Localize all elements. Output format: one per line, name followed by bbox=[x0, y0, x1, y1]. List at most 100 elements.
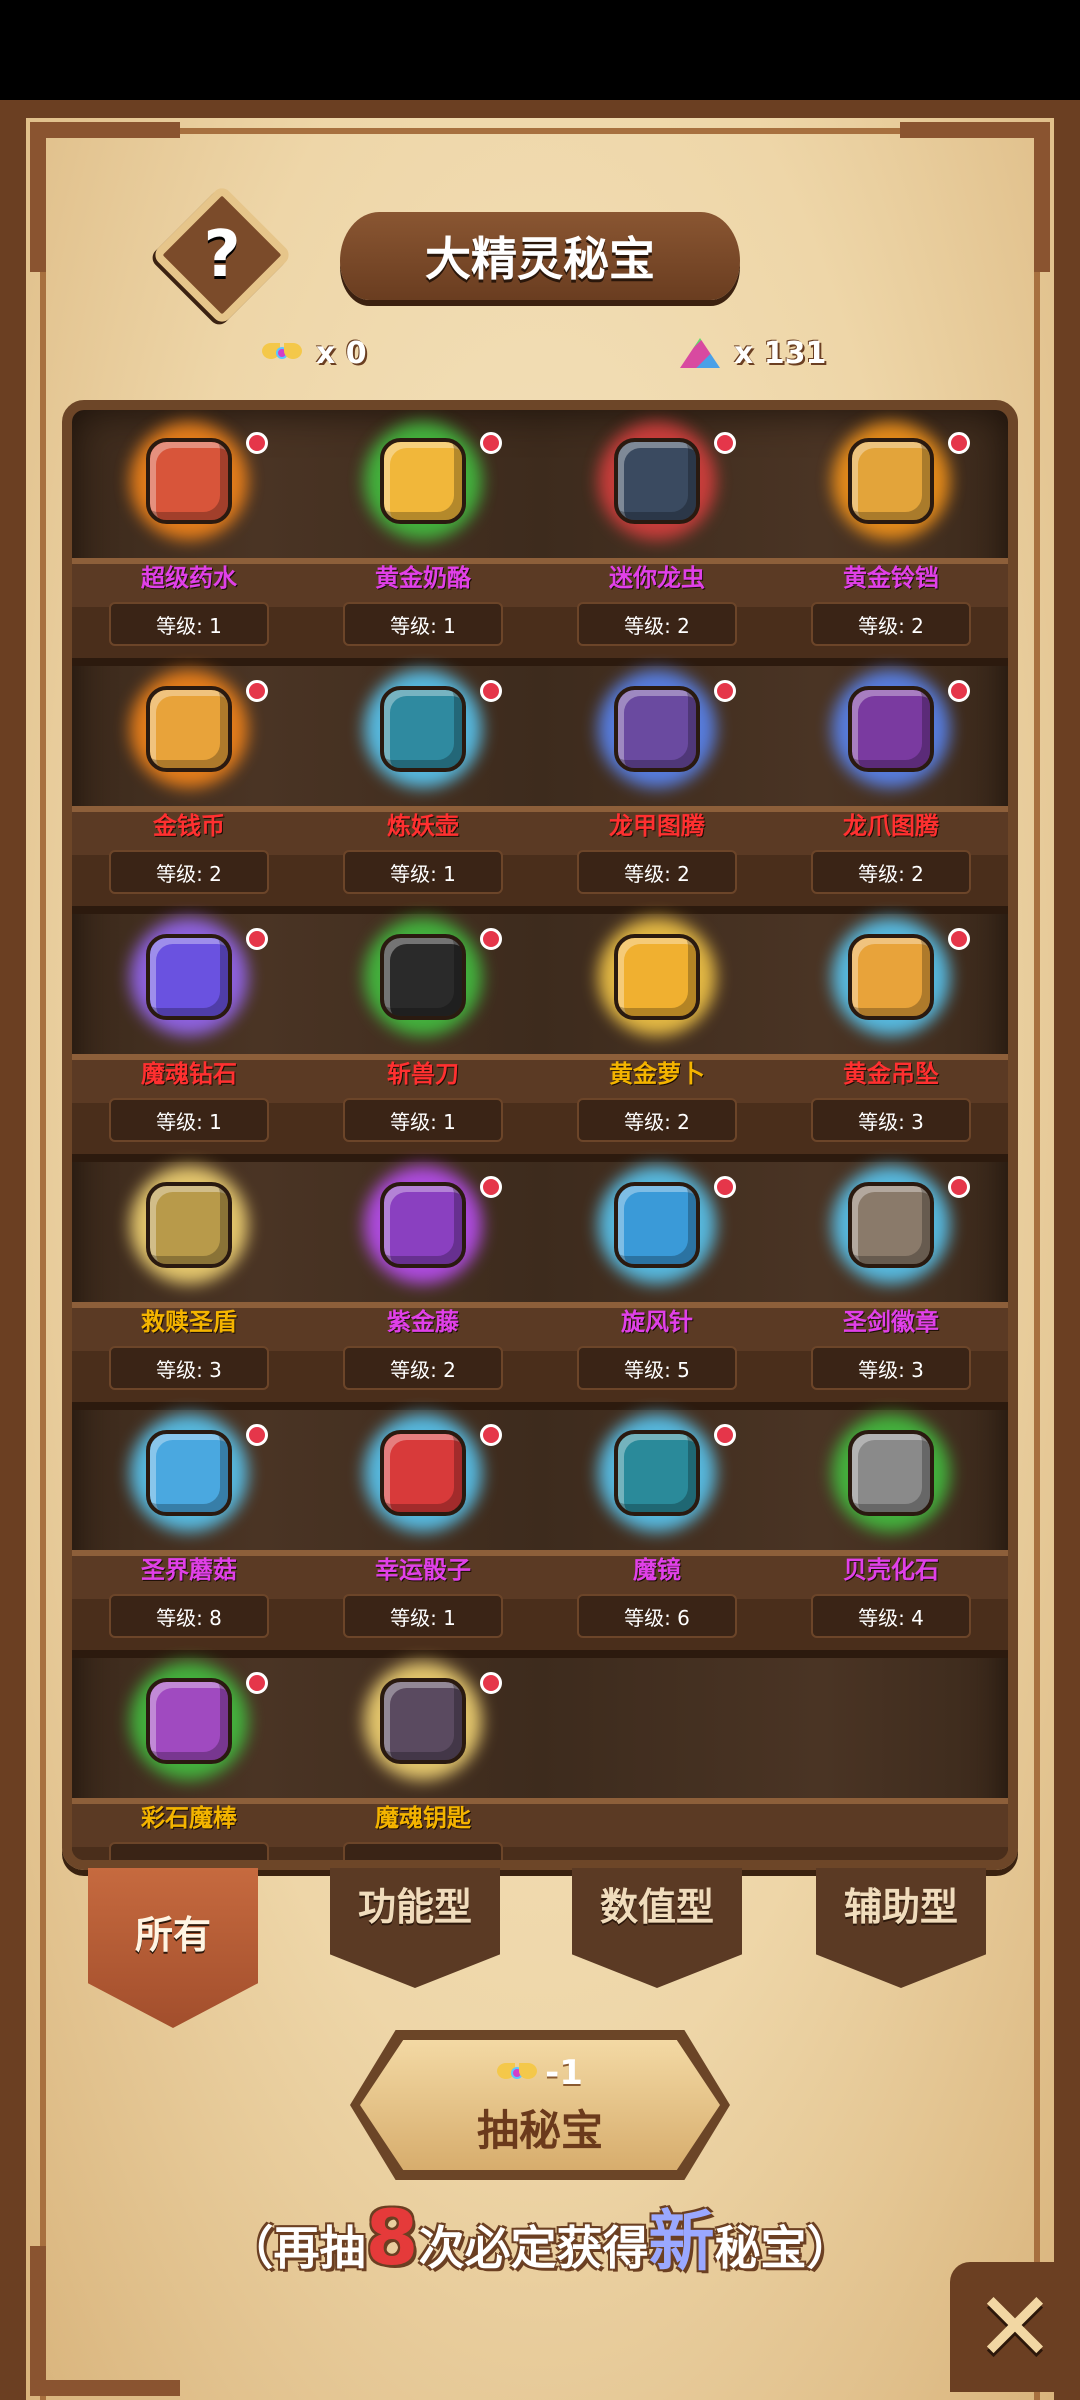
treasure-name: 黄金铃铛 bbox=[843, 564, 939, 592]
treasure-name: 旋风针 bbox=[621, 1308, 693, 1336]
pity-hint-count: 8 bbox=[365, 2193, 419, 2282]
treasure-icon bbox=[360, 1162, 486, 1288]
treasure-item[interactable]: 贝壳化石 等级: 4 bbox=[774, 1402, 1008, 1650]
treasure-name: 斩兽刀 bbox=[387, 1060, 459, 1088]
treasure-icon bbox=[126, 1410, 252, 1536]
treasure-icon bbox=[126, 418, 252, 544]
treasure-icon bbox=[360, 1658, 486, 1784]
treasure-item[interactable]: 黄金吊坠 等级: 3 bbox=[774, 906, 1008, 1154]
draw-treasure-button[interactable]: -1 抽秘宝 bbox=[360, 2040, 720, 2170]
new-badge-dot bbox=[948, 680, 970, 702]
treasure-name: 彩石魔棒 bbox=[141, 1804, 237, 1832]
new-badge-dot bbox=[480, 1672, 502, 1694]
treasure-item[interactable]: 魔魂钻石 等级: 1 bbox=[72, 906, 306, 1154]
shelf-row: 救赎圣盾 等级: 3 紫金藤 等级: 2 旋风针 等级: 5 圣剑徽章 等级: 3 bbox=[72, 1154, 1008, 1402]
tab-label: 数值型 bbox=[599, 1885, 714, 1929]
treasure-item[interactable]: 圣界蘑菇等级: 8 bbox=[72, 1402, 306, 1650]
treasure-item[interactable]: 黄金铃铛 等级: 2 bbox=[774, 410, 1008, 658]
question-icon: ? bbox=[203, 218, 241, 292]
treasure-level: 等级: 1 bbox=[343, 850, 503, 894]
treasure-name: 圣界蘑菇 bbox=[141, 1556, 237, 1584]
treasure-level: 等级: 3 bbox=[109, 1346, 269, 1390]
treasure-name: 黄金萝卜 bbox=[609, 1060, 705, 1088]
treasure-level bbox=[343, 1842, 503, 1860]
treasure-name: 魔魂钥匙 bbox=[375, 1804, 471, 1832]
new-badge-dot bbox=[246, 928, 268, 950]
treasure-item[interactable]: 救赎圣盾等级: 3 bbox=[72, 1154, 306, 1402]
close-button[interactable]: ✕ bbox=[950, 2262, 1080, 2392]
treasure-item[interactable]: 魔魂钥匙 bbox=[306, 1650, 540, 1860]
treasure-shelf-panel: 超级药水 等级: 1 黄金奶酪 等级: 1 迷你龙虫 等级: 2 黄金铃铛 等级: 2 金钱币等… bbox=[62, 400, 1018, 1870]
treasure-item[interactable]: 斩兽刀 等级: 1 bbox=[306, 906, 540, 1154]
winged-ticket-icon bbox=[262, 341, 302, 365]
treasure-item[interactable]: 圣剑徽章 等级: 3 bbox=[774, 1154, 1008, 1402]
treasure-item[interactable]: 幸运骰子 等级: 1 bbox=[306, 1402, 540, 1650]
treasure-icon bbox=[594, 418, 720, 544]
pity-hint-new: 新 bbox=[648, 2203, 715, 2280]
treasure-icon bbox=[126, 666, 252, 792]
treasure-name: 救赎圣盾 bbox=[141, 1308, 237, 1336]
new-badge-dot bbox=[714, 1424, 736, 1446]
draw-cost-value: -1 bbox=[545, 2052, 583, 2093]
treasure-level: 等级: 1 bbox=[109, 602, 269, 646]
treasure-level: 等级: 1 bbox=[343, 1594, 503, 1638]
new-badge-dot bbox=[948, 432, 970, 454]
new-badge-dot bbox=[714, 1176, 736, 1198]
treasure-icon bbox=[594, 1410, 720, 1536]
treasure-icon bbox=[828, 666, 954, 792]
treasure-name: 紫金藤 bbox=[387, 1308, 459, 1336]
new-badge-dot bbox=[246, 432, 268, 454]
treasure-item[interactable]: 旋风针等级: 5 bbox=[540, 1154, 774, 1402]
treasure-icon bbox=[126, 1658, 252, 1784]
new-badge-dot bbox=[480, 1176, 502, 1198]
new-badge-dot bbox=[246, 680, 268, 702]
treasure-level: 等级: 3 bbox=[811, 1346, 971, 1390]
shelf-row: 超级药水 等级: 1 黄金奶酪 等级: 1 迷你龙虫 等级: 2 黄金铃铛 等级: 2 bbox=[72, 410, 1008, 658]
treasure-name: 黄金吊坠 bbox=[843, 1060, 939, 1088]
treasure-name: 龙甲图腾 bbox=[609, 812, 705, 840]
treasure-item[interactable]: 黄金奶酪 等级: 1 bbox=[306, 410, 540, 658]
new-badge-dot bbox=[246, 1424, 268, 1446]
treasure-icon bbox=[360, 418, 486, 544]
treasure-level: 等级: 2 bbox=[109, 850, 269, 894]
treasure-level: 等级: 2 bbox=[811, 850, 971, 894]
treasure-item[interactable]: 超级药水等级: 1 bbox=[72, 410, 306, 658]
shelf-row: 彩石魔棒 魔魂钥匙 bbox=[72, 1650, 1008, 1860]
treasure-name: 龙爪图腾 bbox=[843, 812, 939, 840]
treasure-name: 魔镜 bbox=[633, 1556, 681, 1584]
treasure-level: 等级: 8 bbox=[109, 1594, 269, 1638]
treasure-name: 贝壳化石 bbox=[843, 1556, 939, 1584]
treasure-item[interactable]: 迷你龙虫 等级: 2 bbox=[540, 410, 774, 658]
shelf-row: 圣界蘑菇 等级: 8 幸运骰子 等级: 1 魔镜 等级: 6 贝壳化石 等级: 4 bbox=[72, 1402, 1008, 1650]
shelf-row: 金钱币 等级: 2 炼妖壶 等级: 1 龙甲图腾 等级: 2 龙爪图腾 等级: 2 bbox=[72, 658, 1008, 906]
treasure-item[interactable]: 龙爪图腾等级: 2 bbox=[774, 658, 1008, 906]
new-badge-dot bbox=[246, 1672, 268, 1694]
tab-label: 功能型 bbox=[357, 1885, 472, 1929]
treasure-level: 等级: 1 bbox=[343, 602, 503, 646]
treasure-item[interactable]: 彩石魔棒 bbox=[72, 1650, 306, 1860]
new-badge-dot bbox=[948, 928, 970, 950]
treasure-level: 等级: 2 bbox=[577, 850, 737, 894]
treasure-item[interactable]: 紫金藤等级: 2 bbox=[306, 1154, 540, 1402]
treasure-item[interactable]: 金钱币等级: 2 bbox=[72, 658, 306, 906]
treasure-level: 等级: 2 bbox=[343, 1346, 503, 1390]
treasure-name: 金钱币 bbox=[153, 812, 225, 840]
tab-label: 所有 bbox=[134, 1913, 211, 1957]
treasure-item[interactable]: 龙甲图腾等级: 2 bbox=[540, 658, 774, 906]
treasure-icon bbox=[594, 666, 720, 792]
treasure-item[interactable]: 炼妖壶 等级: 1 bbox=[306, 658, 540, 906]
treasure-icon bbox=[126, 914, 252, 1040]
new-badge-dot bbox=[714, 680, 736, 702]
page-title: 大精灵秘宝 bbox=[425, 232, 655, 286]
treasure-icon bbox=[360, 666, 486, 792]
ticket-counter: x 0 bbox=[262, 332, 367, 374]
treasure-level: 等级: 5 bbox=[577, 1346, 737, 1390]
treasure-item[interactable]: 黄金萝卜等级: 2 bbox=[540, 906, 774, 1154]
treasure-item[interactable]: 魔镜 等级: 6 bbox=[540, 1402, 774, 1650]
treasure-name: 迷你龙虫 bbox=[609, 564, 705, 592]
new-badge-dot bbox=[480, 928, 502, 950]
pity-hint: （再抽8次必定获得新秘宝） bbox=[0, 2188, 1080, 2284]
treasure-level: 等级: 2 bbox=[577, 1098, 737, 1142]
treasure-name: 超级药水 bbox=[141, 564, 237, 592]
new-badge-dot bbox=[948, 1176, 970, 1198]
